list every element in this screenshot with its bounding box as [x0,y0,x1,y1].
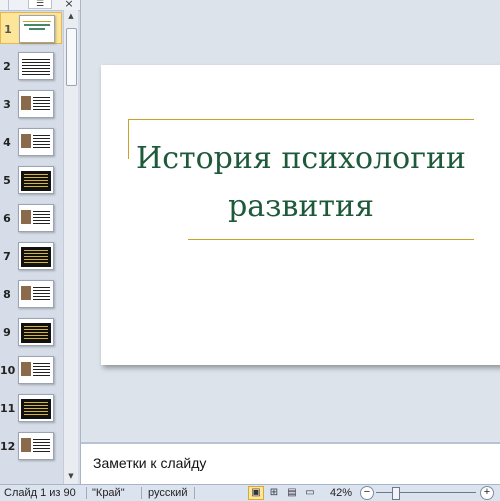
slide-sorter-view-icon[interactable]: ⊞ [266,486,282,500]
slide-editing-area: История психологии развития [81,0,500,440]
slide-number: 7 [3,250,11,263]
pane-scrollbar[interactable]: ▲ ▼ [63,10,78,484]
slide-thumbnail[interactable] [18,394,54,422]
slide-number: 9 [3,326,11,339]
title-bottom-rule [188,239,474,240]
slide-number: 8 [3,288,11,301]
zoom-slider-track[interactable] [376,492,476,493]
slide-thumbnail[interactable] [18,356,54,384]
slide-thumbnail[interactable] [18,280,54,308]
slide-thumbnail-row[interactable]: 5 [0,164,62,196]
close-pane-button[interactable]: × [62,0,76,10]
slide-thumbnail[interactable] [18,432,54,460]
slide-thumbnail-row[interactable]: 8 [0,278,62,310]
slide-thumbnail[interactable] [18,166,54,194]
slide-thumbnail-row[interactable]: 12 [0,430,62,462]
slides-pane: ☰ × 1 2 3 4 5 6 7 8 9 10 11 12 ▲ ▼ [0,0,81,484]
slide-thumbnail[interactable] [18,318,54,346]
slide-thumbnail[interactable] [18,90,54,118]
slide-number: 12 [0,440,16,453]
scrollbar-thumb[interactable] [66,28,77,86]
current-slide[interactable]: История психологии развития [101,65,500,365]
slide-thumbnail[interactable] [18,242,54,270]
normal-view-icon[interactable]: ▣ [248,486,264,500]
zoom-out-button[interactable]: − [360,486,374,500]
slide-number: 2 [3,60,11,73]
slide-number: 4 [3,136,11,149]
status-bar: Слайд 1 из 90 "Край" русский ▣ ⊞ ▤ ▭ 42%… [0,484,500,501]
outline-tab[interactable]: ☰ [28,0,52,9]
notes-pane[interactable]: Заметки к слайду [81,442,500,486]
slide-number: 11 [0,402,16,415]
zoom-in-button[interactable]: + [480,486,494,500]
notes-placeholder[interactable]: Заметки к слайду [93,455,206,471]
slide-title[interactable]: История психологии развития [131,135,471,231]
slide-thumbnail-row[interactable]: 10 [0,354,62,386]
zoom-slider-knob[interactable] [392,487,400,500]
slideshow-view-icon[interactable]: ▭ [302,486,318,500]
slide-number: 10 [0,364,16,377]
scroll-up-icon[interactable]: ▲ [66,12,76,22]
slide-thumbnail[interactable] [19,15,55,43]
slide-thumbnail[interactable] [18,204,54,232]
slide-number: 3 [3,98,11,111]
slide-thumbnail-row[interactable]: 6 [0,202,62,234]
slide-thumbnail-row[interactable]: 2 [0,50,62,82]
reading-view-icon[interactable]: ▤ [284,486,300,500]
status-divider [86,487,87,499]
slides-tab[interactable] [0,0,9,10]
slide-thumbnail[interactable] [18,52,54,80]
slide-number: 6 [3,212,11,225]
slide-thumbnail[interactable] [18,128,54,156]
slide-thumbnail-row[interactable]: 4 [0,126,62,158]
status-divider [141,487,142,499]
zoom-level[interactable]: 42% [330,487,352,499]
slide-thumbnail-row[interactable]: 1 [0,12,62,44]
language-indicator[interactable]: русский [148,487,187,499]
theme-name[interactable]: "Край" [92,487,125,499]
title-top-rule [128,119,474,120]
slide-thumbnail-row[interactable]: 3 [0,88,62,120]
slide-number: 1 [4,23,12,36]
slide-thumbnail-row[interactable]: 9 [0,316,62,348]
slide-thumbnail-row[interactable]: 11 [0,392,62,424]
slide-counter: Слайд 1 из 90 [4,487,76,499]
slide-number: 5 [3,174,11,187]
scroll-down-icon[interactable]: ▼ [66,472,76,482]
slide-thumbnail-row[interactable]: 7 [0,240,62,272]
title-left-rule [128,119,129,159]
status-divider [194,487,195,499]
